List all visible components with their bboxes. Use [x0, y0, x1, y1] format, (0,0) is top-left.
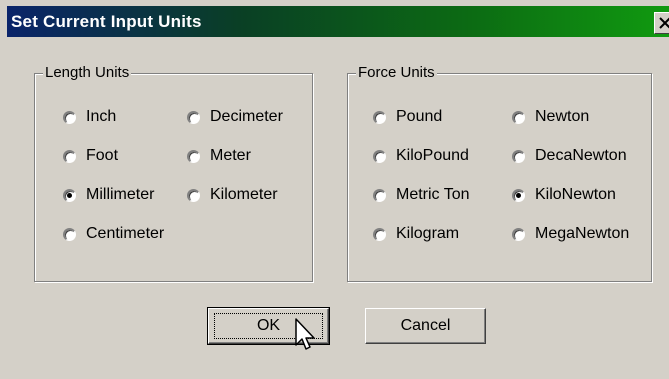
radio-label: Pound — [396, 108, 443, 125]
close-icon — [659, 17, 669, 29]
radio-newton[interactable]: Newton — [512, 107, 589, 127]
radio-circle — [187, 188, 200, 202]
radio-pound[interactable]: Pound — [373, 107, 442, 127]
radio-label: KiloNewton — [535, 186, 616, 203]
radio-label: Metric Ton — [396, 186, 470, 203]
mouse-pointer-icon — [295, 318, 315, 350]
radio-meter[interactable]: Meter — [187, 146, 251, 166]
radio-label: Centimeter — [86, 225, 165, 242]
radio-circle — [373, 110, 386, 124]
radio-kilogram[interactable]: Kilogram — [373, 224, 459, 244]
radio-selected-dot — [516, 192, 521, 198]
radio-inch[interactable]: Inch — [63, 107, 116, 127]
radio-circle — [187, 110, 200, 124]
radio-circle — [187, 149, 200, 163]
title-bar[interactable]: Set Current Input Units — [7, 6, 669, 37]
radio-label: Inch — [86, 108, 117, 125]
cancel-button[interactable]: Cancel — [365, 308, 486, 344]
radio-circle — [63, 227, 76, 241]
radio-label: Millimeter — [86, 186, 155, 203]
radio-kilometer[interactable]: Kilometer — [187, 185, 278, 205]
radio-label: MegaNewton — [535, 225, 630, 242]
radio-label: DecaNewton — [535, 147, 627, 164]
radio-circle — [373, 227, 386, 241]
radio-kilonewton[interactable]: KiloNewton — [512, 185, 616, 205]
radio-foot[interactable]: Foot — [63, 146, 118, 166]
length-units-legend: Length Units — [43, 64, 132, 81]
radio-kilopound[interactable]: KiloPound — [373, 146, 469, 166]
window-title: Set Current Input Units — [11, 12, 202, 31]
set-input-units-dialog: Set Current Input Units Length Units Inc… — [0, 0, 669, 379]
radio-label: KiloPound — [396, 147, 469, 164]
force-units-group: Force Units — [347, 64, 652, 282]
cancel-button-label: Cancel — [400, 317, 451, 334]
radio-millimeter[interactable]: Millimeter — [63, 185, 154, 205]
radio-decimeter[interactable]: Decimeter — [187, 107, 283, 127]
close-button[interactable] — [654, 12, 669, 34]
radio-metric-ton[interactable]: Metric Ton — [373, 185, 470, 205]
radio-label: Kilogram — [396, 225, 460, 242]
radio-decanewton[interactable]: DecaNewton — [512, 146, 627, 166]
radio-circle — [512, 149, 525, 163]
radio-circle — [373, 188, 386, 202]
radio-label: Meter — [210, 147, 251, 164]
radio-selected-dot — [67, 192, 72, 198]
force-units-legend: Force Units — [356, 64, 437, 81]
length-units-group: Length Units — [34, 64, 313, 282]
radio-label: Foot — [86, 147, 119, 164]
radio-label: Newton — [535, 108, 590, 125]
radio-circle — [512, 110, 525, 124]
radio-label: Decimeter — [210, 108, 283, 125]
radio-centimeter[interactable]: Centimeter — [63, 224, 164, 244]
radio-circle — [63, 188, 76, 202]
radio-circle — [512, 188, 525, 202]
radio-circle — [512, 227, 525, 241]
radio-circle — [63, 149, 76, 163]
radio-label: Kilometer — [210, 186, 278, 203]
radio-circle — [63, 110, 76, 124]
radio-circle — [373, 149, 386, 163]
radio-meganewton[interactable]: MegaNewton — [512, 224, 629, 244]
